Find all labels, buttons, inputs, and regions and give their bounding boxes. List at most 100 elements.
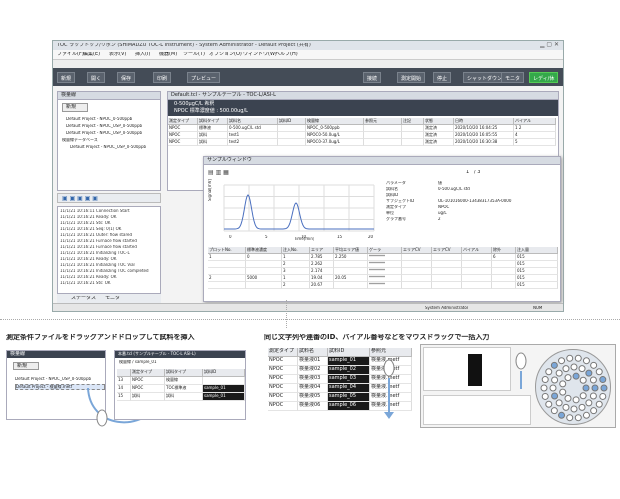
table-cell[interactable]: sample_02 (328, 366, 370, 375)
table-cell[interactable] (208, 261, 246, 268)
explorer-item-2[interactable]: Default Project - NPOC_USP_0-500ppb (66, 124, 160, 128)
table-cell[interactable]: 4 (514, 132, 556, 139)
table-row[interactable]: 1 0 1 2.785 2.250 ******** 6 015 (208, 254, 558, 261)
table-cell[interactable] (492, 261, 516, 268)
table-cell[interactable]: 2.174 (310, 268, 334, 275)
table-header-cell[interactable]: 注記 (402, 118, 424, 125)
table-header-cell[interactable]: バイアル (462, 247, 492, 254)
tab-monitor[interactable]: モニタ (105, 296, 120, 301)
table-cell[interactable]: 13 (117, 377, 131, 385)
table-cell[interactable]: NPOC (131, 377, 165, 385)
table-cell[interactable] (462, 275, 492, 282)
menu-insert[interactable]: 挿入(I) (135, 52, 150, 57)
table-row[interactable]: 14 NPOC TOC標準液 sample_01 (117, 385, 245, 393)
table-header-cell[interactable]: 試料名 (298, 348, 328, 357)
table-header-cell[interactable]: 注入量 (516, 247, 558, 254)
table-cell[interactable]: NPOC (131, 385, 165, 393)
table-cell[interactable] (334, 261, 368, 268)
print-button[interactable]: 印刷 (153, 72, 172, 83)
table-header-cell[interactable]: 日時 (454, 118, 514, 125)
table-cell[interactable] (402, 125, 424, 132)
menu-tools[interactable]: ツール(T) (183, 52, 205, 57)
table-cell[interactable]: 5000 (246, 275, 282, 282)
table-header-cell[interactable]: プロットNo. (208, 247, 246, 254)
table-cell[interactable]: sample_04 (328, 384, 370, 393)
table-cell[interactable] (364, 132, 402, 139)
table-cell[interactable] (364, 139, 402, 146)
table-cell[interactable]: 015 (516, 282, 558, 289)
table-cell[interactable]: 標準液 (198, 125, 228, 132)
table-cell[interactable] (208, 268, 246, 275)
table-cell[interactable] (402, 132, 424, 139)
table-cell[interactable]: sample_06 (328, 402, 370, 411)
table-cell[interactable] (402, 139, 424, 146)
table-cell[interactable] (462, 254, 492, 261)
table-cell[interactable]: 検量液02 (298, 366, 328, 375)
explorer-item-1[interactable]: Default Project - NPOC_0-500ppb (66, 117, 160, 121)
table-cell[interactable]: 検量線 (165, 377, 203, 385)
table-header-cell[interactable]: ゲーラ (368, 247, 402, 254)
table-header-cell[interactable]: 参照元 (364, 118, 402, 125)
table-cell[interactable]: 2.785 (310, 254, 334, 261)
table-row[interactable]: 2 20.67 ******** 015 (208, 282, 558, 289)
table-cell[interactable] (432, 268, 462, 275)
ready-button[interactable]: レディ/休 (529, 72, 559, 83)
table-cell[interactable]: 6 (492, 254, 516, 261)
table-header-cell[interactable]: 試料ID (328, 348, 370, 357)
table-cell[interactable]: 2020/10/20 16:05:55 (454, 132, 514, 139)
stop-button[interactable]: 停止 (433, 72, 452, 83)
table-cell[interactable]: NPOC (268, 366, 298, 375)
table-cell[interactable]: NPOC (268, 357, 298, 366)
menu-instrument[interactable]: 機器(M) (159, 52, 177, 57)
table-cell[interactable]: 20.05 (334, 275, 368, 282)
table-cell[interactable]: ******** (368, 275, 402, 282)
explorer-item-4[interactable]: Default Project - NPOC_USP_0-500ppb (70, 145, 160, 149)
table-cell[interactable]: 015 (516, 268, 558, 275)
table-cell[interactable]: 3 (282, 268, 310, 275)
table-cell[interactable]: 試料 (198, 132, 228, 139)
table-header-cell[interactable] (117, 369, 131, 377)
tab-status[interactable]: ステータス (71, 296, 96, 301)
table-cell[interactable] (203, 377, 245, 385)
shutdown-button[interactable]: シャットダウン (463, 72, 507, 83)
table-header-cell[interactable]: バイアル (514, 118, 556, 125)
table-row[interactable]: 2 2.262 ******** 015 (208, 261, 558, 268)
table-header-cell[interactable]: 測定タイプ (131, 369, 165, 377)
table-cell[interactable] (432, 282, 462, 289)
table-cell[interactable]: sample_01 (328, 357, 370, 366)
table-cell[interactable] (402, 254, 432, 261)
table-row[interactable]: 3 2.174 ******** 015 (208, 268, 558, 275)
table-cell[interactable]: sample_03 (328, 375, 370, 384)
connect-button[interactable]: 接続 (363, 72, 382, 83)
table-cell[interactable] (462, 282, 492, 289)
table-cell[interactable] (246, 261, 282, 268)
table-cell[interactable]: 19.04 (310, 275, 334, 282)
table-cell[interactable]: NPOC0-50.0ug/L (306, 132, 364, 139)
table-header-cell[interactable]: 試料タイプ (198, 118, 228, 125)
table-cell[interactable] (278, 139, 306, 146)
explorer-folder[interactable]: 検量線データベース (62, 138, 156, 142)
monitor-button[interactable]: モニタ (501, 72, 525, 83)
save-button[interactable]: 保存 (117, 72, 136, 83)
table-cell[interactable]: 14 (117, 385, 131, 393)
table-cell[interactable]: 015 (516, 261, 558, 268)
table-row[interactable]: NPOC 試料 test2 NPOC0-37.0ug/L 測定済 2020/10/20 1… (168, 139, 558, 146)
table-cell[interactable] (492, 268, 516, 275)
table-cell[interactable] (402, 275, 432, 282)
table-cell[interactable]: NPOC (168, 132, 198, 139)
table-cell[interactable]: test1 (228, 132, 278, 139)
vial-tray[interactable] (535, 349, 611, 425)
table-cell[interactable] (432, 254, 462, 261)
table-header-cell[interactable]: 試料名 (228, 118, 278, 125)
table-header-cell[interactable]: エリアCV (402, 247, 432, 254)
inset-new-button[interactable]: 新規 (13, 362, 39, 370)
table-cell[interactable] (402, 282, 432, 289)
table-cell[interactable] (364, 125, 402, 132)
explorer-item-3[interactable]: Default Project - NPOC_USP_0-500ppb (66, 131, 160, 135)
table-cell[interactable]: NPOC (268, 393, 298, 402)
table-header-cell[interactable]: 測定タイプ (268, 348, 298, 357)
table-cell[interactable]: 2020/10/20 16:30:38 (454, 139, 514, 146)
table-cell[interactable] (432, 261, 462, 268)
table-cell[interactable] (462, 261, 492, 268)
table-cell[interactable]: 測定済 (424, 125, 454, 132)
